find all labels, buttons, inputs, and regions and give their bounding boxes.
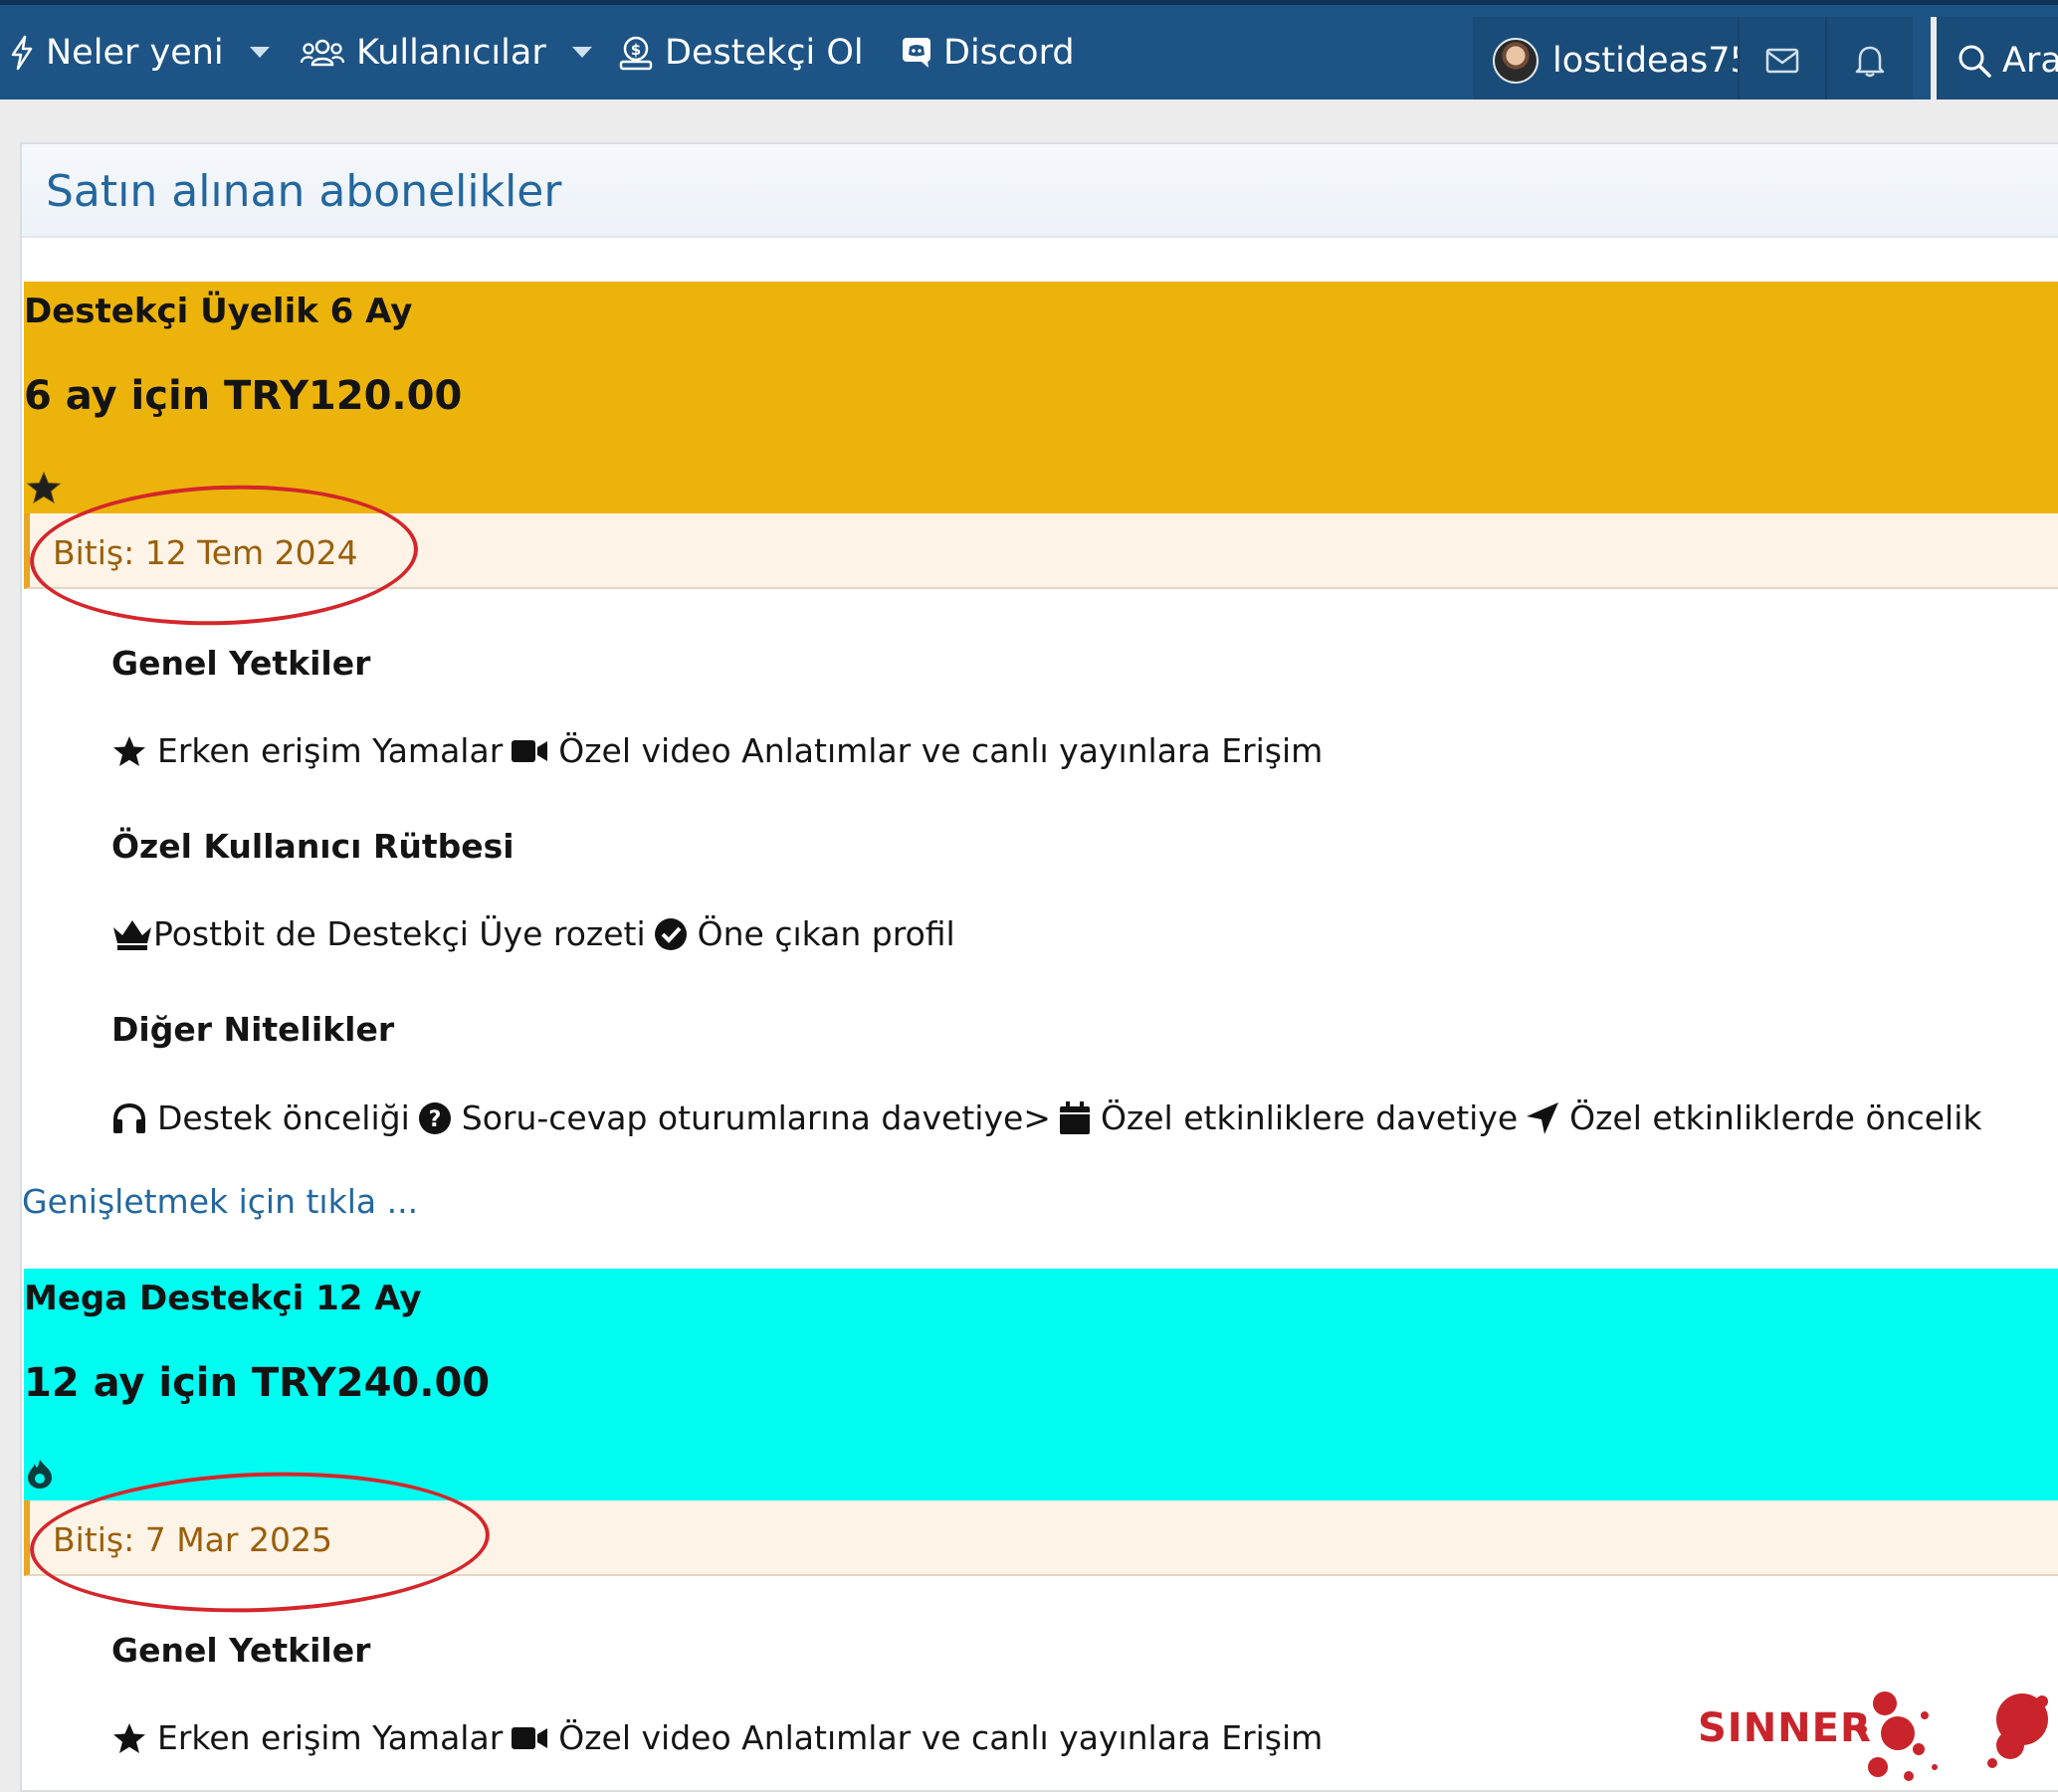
check-circle-icon — [654, 917, 687, 950]
perk-text: Özel etkinliklere davetiye — [1100, 1098, 1519, 1137]
star-icon — [113, 735, 145, 766]
username-label: lostideas75 — [1552, 41, 1752, 81]
headphones-icon — [113, 1102, 145, 1133]
nav-discord[interactable]: Discord — [902, 5, 1075, 100]
subscription-price: 12 ay için TRY240.00 — [24, 1360, 491, 1406]
perk-text: Soru-cevap oturumlarına davetiye> — [461, 1098, 1051, 1137]
subscription-price: 6 ay için TRY120.00 — [24, 373, 463, 419]
search-button[interactable]: Ara — [1956, 17, 2058, 104]
panel-header: Satın alınan abonelikler — [22, 144, 2058, 238]
section-heading: Diğer Nitelikler — [111, 1010, 395, 1049]
nav-members-label: Kullanıcılar — [356, 32, 546, 73]
users-icon — [301, 39, 344, 66]
bell-icon — [1855, 46, 1885, 78]
perk-text: Özel video Anlatımlar ve canlı yayınlara… — [558, 731, 1324, 770]
subscription-name: Mega Destekçi 12 Ay — [24, 1279, 422, 1318]
section-heading: Genel Yetkiler — [111, 1631, 371, 1670]
flame-icon — [28, 1460, 52, 1489]
chevron-down-icon[interactable] — [571, 46, 592, 59]
svg-text:$: $ — [631, 41, 641, 59]
envelope-icon — [1765, 48, 1799, 74]
account-menu[interactable]: lostideas75 — [1493, 17, 1752, 104]
perk-text: Destek önceliği — [157, 1098, 410, 1137]
subscriptions-panel: Satın alınan abonelikler Destekçi Üyelik… — [20, 142, 2058, 1792]
video-camera-icon — [512, 739, 548, 762]
section-heading: Genel Yetkiler — [111, 644, 371, 683]
watermark-logo: SINNER — [1698, 1692, 2048, 1781]
search-icon — [1958, 45, 1991, 78]
perk-text: Postbit de Destekçi Üye rozeti — [153, 914, 646, 953]
nav-supporter-label: Destekçi Ol — [665, 32, 864, 73]
subscription-header: Destekçi Üyelik 6 Ay 6 ay için TRY120.00 — [24, 282, 2058, 513]
question-circle-icon: ? — [418, 1101, 451, 1134]
perk-text: Erken erişim Yamalar — [157, 1718, 504, 1757]
nav-members[interactable]: Kullanıcılar — [301, 5, 592, 100]
chevron-down-icon[interactable] — [249, 46, 270, 59]
perk-text: Erken erişim Yamalar — [157, 731, 504, 770]
perk-line: Destek önceliği ? Soru-cevap oturumların… — [111, 1098, 1989, 1137]
nav-supporter[interactable]: $ Destekçi Ol — [619, 5, 864, 100]
perk-line: Erken erişim Yamalar Özel video Anlatıml… — [111, 1718, 1331, 1757]
section-heading: Özel Kullanıcı Rütbesi — [111, 827, 514, 866]
svg-text:?: ? — [428, 1107, 441, 1132]
perk-text: Özel video Anlatımlar ve canlı yayınlara… — [558, 1718, 1324, 1757]
location-arrow-icon — [1527, 1101, 1559, 1134]
donate-icon: $ — [619, 36, 653, 70]
bolt-icon — [11, 35, 33, 70]
subscription-header: Mega Destekçi 12 Ay 12 ay için TRY240.00 — [24, 1269, 2058, 1500]
perk-line: Postbit de Destekçi Üye rozeti Öne çıkan… — [111, 914, 963, 953]
page-title: Satın alınan abonelikler — [46, 166, 562, 217]
inbox-button[interactable] — [1740, 17, 1825, 104]
nav-whats-new[interactable]: Neler yeni — [10, 5, 270, 100]
top-navigation: Neler yeni Kullanıcılar $ Destekçi Ol Di — [0, 0, 2058, 104]
star-icon — [26, 471, 62, 504]
subscription-name: Destekçi Üyelik 6 Ay — [24, 292, 413, 331]
video-camera-icon — [512, 1726, 548, 1749]
avatar — [1493, 38, 1539, 84]
calendar-icon — [1059, 1100, 1090, 1134]
perk-text: Özel etkinliklerde öncelik — [1569, 1098, 1982, 1137]
nav-discord-label: Discord — [943, 32, 1075, 73]
watermark-text: SINNER — [1698, 1705, 1872, 1751]
alerts-button[interactable] — [1827, 17, 1913, 104]
nav-whats-new-label: Neler yeni — [46, 32, 224, 73]
star-icon — [113, 1722, 145, 1753]
perk-line: Erken erişim Yamalar Özel video Anlatıml… — [111, 731, 1331, 770]
discord-icon — [903, 37, 930, 68]
crown-icon — [113, 919, 151, 950]
expand-link[interactable]: Genişletmek için tıkla ... — [22, 1182, 418, 1221]
perk-text: Öne çıkan profil — [697, 914, 955, 953]
search-label: Ara — [2002, 41, 2058, 81]
